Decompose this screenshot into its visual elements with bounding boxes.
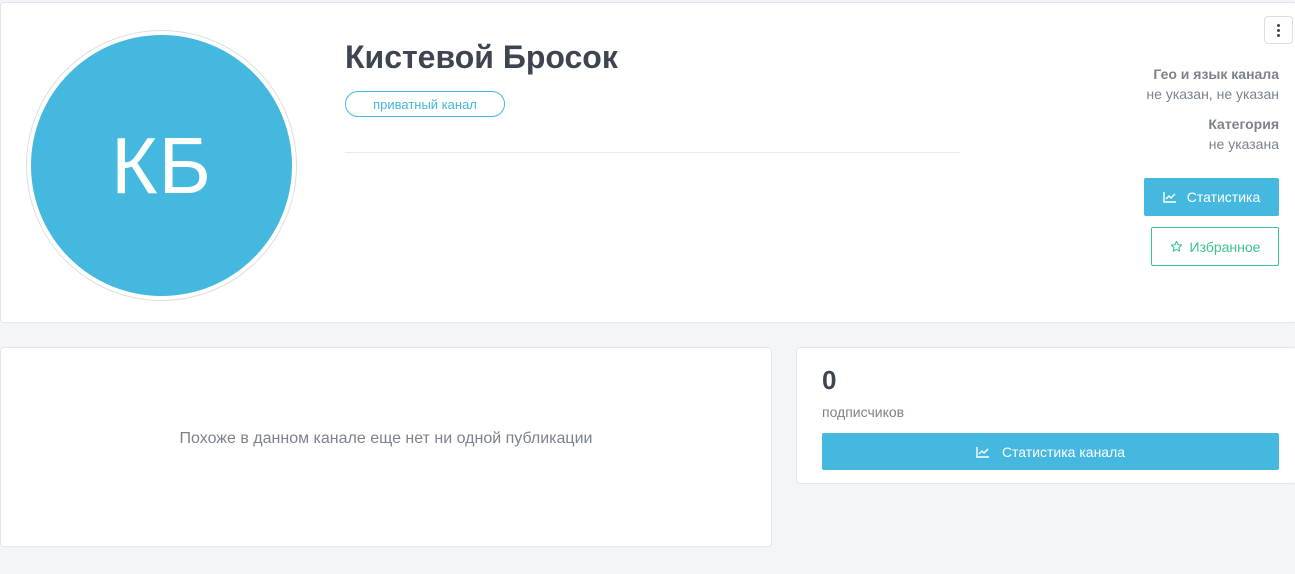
geo-language-label: Гео и язык канала — [1153, 66, 1279, 82]
favorite-button[interactable]: Избранное — [1151, 227, 1279, 266]
category-value: не указана — [1208, 136, 1279, 152]
geo-language-value: не указан, не указан — [1146, 86, 1279, 102]
avatar-initials: КБ — [110, 120, 213, 210]
channel-statistics-button[interactable]: Статистика канала — [822, 433, 1279, 470]
private-channel-badge: приватный канал — [345, 91, 505, 117]
divider — [345, 152, 960, 153]
more-options-button[interactable] — [1264, 16, 1293, 44]
category-label: Категория — [1208, 116, 1279, 132]
page-title: Кистевой Бросок — [345, 39, 618, 75]
vertical-ellipsis-icon — [1277, 28, 1280, 32]
line-chart-icon — [1163, 191, 1177, 203]
subscribers-card: 0 подписчиков Статистика канала — [796, 347, 1295, 484]
line-chart-icon — [976, 446, 990, 458]
channel-statistics-button-label: Статистика канала — [1001, 443, 1126, 460]
channel-header-card: КБ Кистевой Бросок приватный канал Гео и… — [0, 2, 1295, 323]
subscribers-label: подписчиков — [822, 404, 905, 420]
star-icon — [1170, 240, 1183, 253]
statistics-button[interactable]: Статистика — [1144, 178, 1279, 216]
avatar: КБ — [31, 35, 292, 296]
vertical-ellipsis-icon — [1277, 33, 1280, 37]
posts-card: Похоже в данном канале еще нет ни одной … — [0, 347, 772, 547]
subscribers-count: 0 — [822, 365, 837, 395]
statistics-button-label: Статистика — [1186, 189, 1261, 205]
vertical-ellipsis-icon — [1277, 23, 1280, 27]
empty-posts-message: Похоже в данном канале еще нет ни одной … — [179, 430, 593, 447]
favorite-button-label: Избранное — [1189, 238, 1261, 255]
